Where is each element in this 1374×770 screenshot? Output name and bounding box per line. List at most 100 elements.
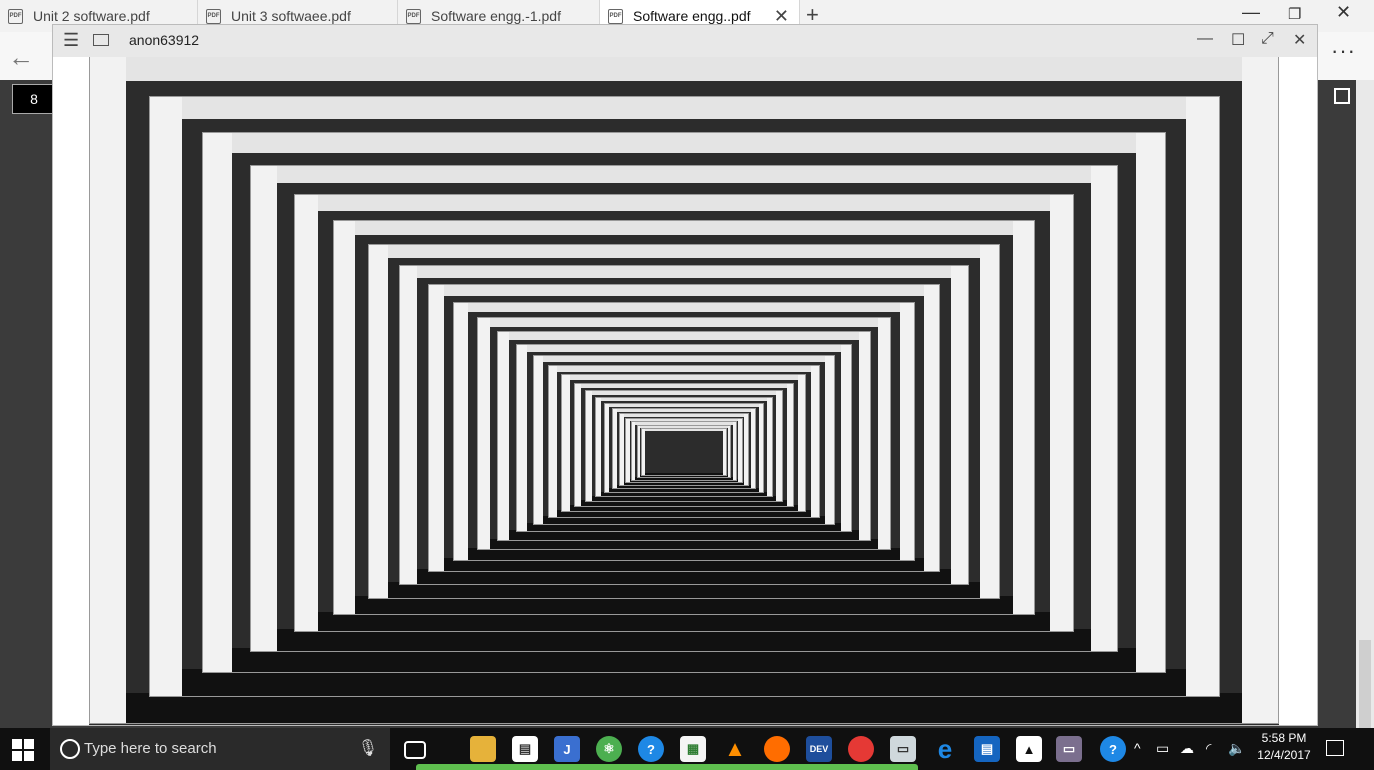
edge-icon[interactable]: e	[932, 734, 958, 764]
jc-app-icon[interactable]: J	[554, 736, 580, 762]
nested-titlebar	[612, 409, 756, 413]
nested-margin	[858, 332, 870, 540]
dev-cpp-icon[interactable]: DEV	[806, 736, 832, 762]
back-arrow-icon[interactable]: ←	[8, 42, 34, 73]
microphone-icon[interactable]: 🎙	[358, 738, 378, 758]
volume-icon[interactable]: 🔈	[1228, 740, 1245, 757]
nested-margin	[899, 302, 914, 560]
nested-margin	[533, 356, 543, 524]
battery-icon[interactable]: ▭	[1156, 740, 1169, 757]
page-number-input[interactable]: 8	[12, 84, 56, 114]
nested-titlebar	[294, 195, 1074, 211]
nested-frame	[641, 428, 727, 477]
nested-margin	[428, 285, 445, 571]
nested-margin	[811, 366, 820, 518]
nested-margin	[294, 195, 318, 632]
maximize-icon[interactable]: ☐	[1231, 30, 1245, 50]
pdf-icon: PDF	[406, 8, 421, 24]
file-explorer-icon[interactable]	[470, 736, 496, 762]
nested-margin	[516, 344, 527, 532]
hamburger-menu-icon[interactable]: ☰	[63, 30, 79, 51]
nested-margin	[841, 344, 852, 532]
mail-icon[interactable]: ▤	[974, 736, 1000, 762]
nested-titlebar	[454, 302, 914, 313]
tab-label: Software engg.-1.pdf	[431, 8, 561, 24]
nested-titlebar	[368, 244, 1000, 258]
window-title: anon63912	[129, 32, 200, 48]
task-view-icon[interactable]	[404, 741, 426, 759]
onedrive-icon[interactable]: ☁	[1180, 740, 1194, 757]
remote-desktop-icon[interactable]: ▭	[1056, 736, 1082, 762]
minimize-icon[interactable]: —	[1242, 2, 1260, 23]
pdf-icon: PDF	[206, 8, 221, 24]
nested-titlebar	[400, 266, 968, 278]
windows-start-icon[interactable]	[12, 739, 34, 761]
help-icon[interactable]: ?	[638, 736, 664, 762]
cortana-icon[interactable]	[60, 739, 80, 759]
action-center-icon[interactable]	[1326, 740, 1344, 756]
wifi-icon[interactable]: ◜	[1206, 740, 1211, 757]
nested-titlebar	[149, 97, 1219, 119]
nested-margin	[368, 244, 388, 598]
store-icon[interactable]: ▤	[512, 736, 538, 762]
nested-margin	[1013, 221, 1035, 614]
close-icon[interactable]: ✕	[1293, 30, 1306, 50]
nested-margin	[574, 383, 582, 506]
nested-titlebar	[548, 366, 820, 372]
chrome-icon[interactable]	[848, 736, 874, 762]
nested-margin	[1186, 97, 1219, 697]
nested-margin	[758, 403, 764, 493]
active-app-indicator	[416, 764, 918, 770]
nested-taskbar	[642, 473, 726, 476]
fullscreen-icon[interactable]: ⤢	[1261, 30, 1274, 48]
nested-margin	[612, 409, 617, 489]
restore-icon[interactable]: ❐	[1288, 5, 1301, 23]
nested-margin	[585, 391, 592, 501]
save-icon[interactable]	[1334, 88, 1350, 104]
nested-titlebar	[533, 356, 835, 363]
clock-time: 5:58 PM	[1261, 731, 1307, 745]
image-icon	[93, 34, 109, 46]
nested-margin	[619, 414, 624, 486]
nested-titlebar	[516, 344, 852, 352]
nested-titlebar	[90, 57, 1278, 82]
tab-label: Software engg..pdf	[633, 8, 751, 24]
atom-app-icon[interactable]: ⚛	[596, 736, 622, 762]
photos-icon[interactable]: ▲	[1016, 736, 1042, 762]
nested-taskbar	[149, 669, 1219, 697]
vlc-icon[interactable]: ▲	[722, 736, 748, 762]
minimize-icon[interactable]: —	[1197, 30, 1213, 48]
vertical-scrollbar[interactable]	[1356, 80, 1374, 760]
nested-titlebar	[477, 318, 891, 327]
more-icon[interactable]: ···	[1331, 38, 1356, 64]
taskbar-search-box[interactable]: Type here to search 🎙	[50, 728, 390, 770]
monitor-app-icon[interactable]: ▭	[890, 736, 916, 762]
nested-margin	[203, 133, 232, 673]
nested-margin	[1050, 195, 1074, 632]
nested-remote-window: ☰ anon63912 — ☐ ⤢ ✕	[52, 24, 1318, 726]
nested-margin	[251, 165, 278, 651]
nested-margin	[980, 244, 1000, 598]
chevron-up-icon[interactable]: ^	[1134, 740, 1141, 756]
firefox-icon[interactable]	[764, 736, 790, 762]
nested-titlebar	[585, 391, 783, 396]
nested-margin	[878, 318, 891, 550]
nested-margin	[498, 332, 510, 540]
close-window-icon[interactable]: ✕	[1336, 2, 1351, 23]
nested-margin	[798, 375, 806, 511]
nested-titlebar	[574, 383, 794, 389]
nested-margin	[923, 285, 940, 571]
nested-margin	[776, 391, 783, 501]
nested-margin	[90, 57, 126, 724]
help-tray-icon[interactable]: ?	[1100, 736, 1126, 762]
window-titlebar: ☰ anon63912 — ☐ ⤢ ✕	[53, 25, 1317, 57]
nested-margin	[825, 356, 835, 524]
nested-titlebar	[428, 285, 940, 296]
nested-titlebar	[251, 165, 1117, 184]
chart-app-icon[interactable]: ▦	[680, 736, 706, 762]
nested-titlebar	[203, 133, 1165, 153]
nested-margin	[454, 302, 469, 560]
nested-titlebar	[498, 332, 870, 340]
nested-margin	[595, 397, 601, 497]
taskbar-clock[interactable]: 5:58 PM 12/4/2017	[1256, 730, 1312, 764]
